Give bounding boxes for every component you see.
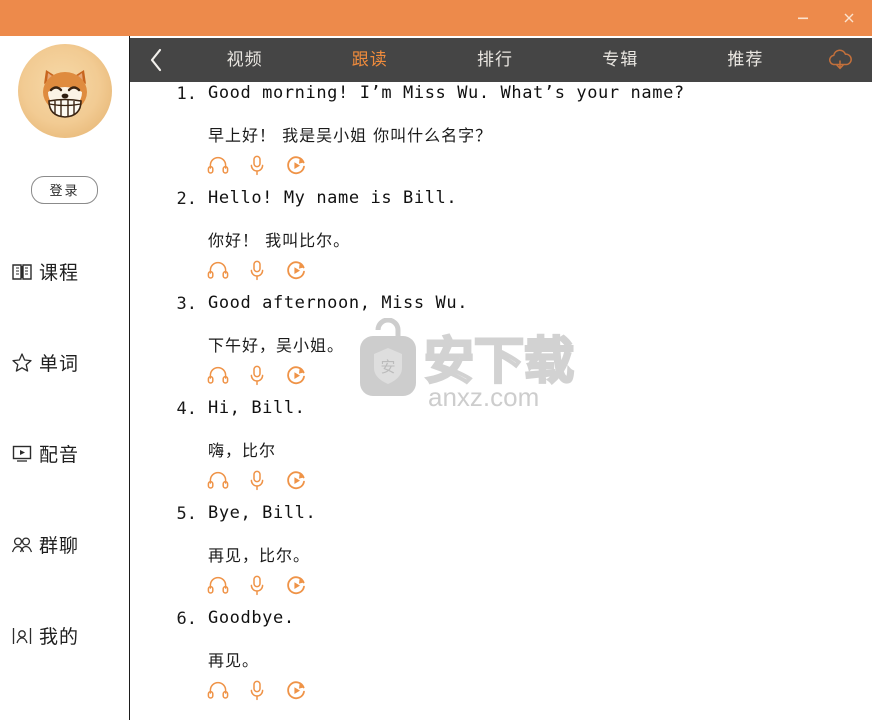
avatar[interactable] bbox=[17, 44, 112, 138]
tab-recommend[interactable]: 推荐 bbox=[683, 38, 808, 82]
play-icon[interactable] bbox=[285, 469, 307, 491]
sidebar-item-label: 课程 bbox=[39, 262, 80, 284]
login-container: 登录 bbox=[0, 176, 129, 204]
sentence-tools bbox=[207, 469, 307, 491]
sentence-chinese: 再见。 bbox=[208, 651, 260, 670]
headphones-icon[interactable] bbox=[207, 469, 229, 491]
sentence-number: 6. bbox=[176, 609, 197, 629]
sentence-english: Hi, Bill. bbox=[208, 398, 306, 418]
tab-readalong[interactable]: 跟读 bbox=[307, 38, 432, 82]
microphone-icon[interactable] bbox=[246, 259, 268, 281]
book-icon bbox=[10, 261, 34, 283]
sentence-chinese: 早上好！ 我是吴小姐 你叫什么名字？ bbox=[208, 126, 493, 145]
headphones-icon[interactable] bbox=[207, 259, 229, 281]
play-icon[interactable] bbox=[285, 679, 307, 701]
sentence-chinese: 下午好，吴小姐。 bbox=[208, 336, 345, 355]
tab-bar: 视频 跟读 排行 专辑 推荐 bbox=[130, 38, 872, 82]
avatar-container bbox=[0, 44, 129, 138]
tab-video[interactable]: 视频 bbox=[182, 38, 307, 82]
sentence-tools bbox=[207, 154, 307, 176]
sentence-number: 4. bbox=[176, 399, 197, 419]
login-button[interactable]: 登录 bbox=[31, 176, 98, 204]
sidebar-item-label: 配音 bbox=[39, 444, 80, 466]
sentence-number: 2. bbox=[176, 189, 197, 209]
cloud-download-button[interactable] bbox=[808, 38, 872, 82]
star-icon bbox=[10, 352, 34, 374]
sidebar-nav: 课程 单词 配音 群聊 我的 bbox=[0, 226, 129, 681]
sentence-tools bbox=[207, 679, 307, 701]
video-icon bbox=[10, 443, 34, 465]
tab-ranking[interactable]: 排行 bbox=[432, 38, 557, 82]
headphones-icon[interactable] bbox=[207, 154, 229, 176]
microphone-icon[interactable] bbox=[246, 364, 268, 386]
sentence-tools bbox=[207, 259, 307, 281]
sidebar-item-label: 单词 bbox=[39, 353, 80, 375]
play-icon[interactable] bbox=[285, 574, 307, 596]
microphone-icon[interactable] bbox=[246, 154, 268, 176]
headphones-icon[interactable] bbox=[207, 574, 229, 596]
close-button[interactable] bbox=[826, 0, 872, 36]
tab-album[interactable]: 专辑 bbox=[558, 38, 683, 82]
sentence-number: 1. bbox=[176, 84, 197, 104]
minimize-button[interactable] bbox=[780, 0, 826, 36]
sentence-row: 4. Hi, Bill. 嗨，比尔 bbox=[131, 397, 872, 502]
title-bar bbox=[0, 0, 872, 36]
sentence-row: 6. Goodbye. 再见。 bbox=[131, 607, 872, 712]
sidebar-item-label: 群聊 bbox=[39, 535, 80, 557]
sentence-row: 3. Good afternoon, Miss Wu. 下午好，吴小姐。 bbox=[131, 292, 872, 397]
sidebar-item-label: 我的 bbox=[39, 626, 80, 648]
sidebar-item-groupchat[interactable]: 群聊 bbox=[0, 499, 129, 590]
app-window: 登录 课程 单词 配音 群聊 我的 视频 跟读 排行 专辑 推荐 1. Good… bbox=[0, 0, 872, 720]
sidebar-item-courses[interactable]: 课程 bbox=[0, 226, 129, 317]
sentence-tools bbox=[207, 574, 307, 596]
sidebar-item-dubbing[interactable]: 配音 bbox=[0, 408, 129, 499]
sentence-english: Goodbye. bbox=[208, 608, 295, 628]
sentence-chinese: 再见，比尔。 bbox=[208, 546, 311, 565]
sentence-english: Hello! My name is Bill. bbox=[208, 188, 458, 208]
profile-icon bbox=[10, 625, 34, 647]
play-icon[interactable] bbox=[285, 364, 307, 386]
sentence-list: 1. Good morning! I’m Miss Wu. What’s you… bbox=[131, 82, 872, 720]
sentence-english: Good morning! I’m Miss Wu. What’s your n… bbox=[208, 83, 685, 103]
sentence-number: 5. bbox=[176, 504, 197, 524]
sentence-row: 2. Hello! My name is Bill. 你好！ 我叫比尔。 bbox=[131, 187, 872, 292]
sentence-chinese: 你好！ 我叫比尔。 bbox=[208, 231, 351, 250]
headphones-icon[interactable] bbox=[207, 364, 229, 386]
chevron-left-icon bbox=[147, 47, 165, 73]
sidebar: 登录 课程 单词 配音 群聊 我的 bbox=[0, 36, 130, 720]
cloud-download-icon bbox=[825, 47, 855, 73]
people-icon bbox=[10, 534, 34, 556]
microphone-icon[interactable] bbox=[246, 574, 268, 596]
sentence-tools bbox=[207, 364, 307, 386]
sentence-row: 1. Good morning! I’m Miss Wu. What’s you… bbox=[131, 82, 872, 187]
sentence-row: 5. Bye, Bill. 再见，比尔。 bbox=[131, 502, 872, 607]
back-button[interactable] bbox=[130, 38, 182, 82]
sentence-english: Bye, Bill. bbox=[208, 503, 317, 523]
play-icon[interactable] bbox=[285, 154, 307, 176]
microphone-icon[interactable] bbox=[246, 469, 268, 491]
sentence-english: Good afternoon, Miss Wu. bbox=[208, 293, 469, 313]
sidebar-item-words[interactable]: 单词 bbox=[0, 317, 129, 408]
sidebar-item-profile[interactable]: 我的 bbox=[0, 590, 129, 681]
microphone-icon[interactable] bbox=[246, 679, 268, 701]
play-icon[interactable] bbox=[285, 259, 307, 281]
sentence-chinese: 嗨，比尔 bbox=[208, 441, 277, 460]
tab-list: 视频 跟读 排行 专辑 推荐 bbox=[182, 38, 808, 82]
sentence-number: 3. bbox=[176, 294, 197, 314]
headphones-icon[interactable] bbox=[207, 679, 229, 701]
